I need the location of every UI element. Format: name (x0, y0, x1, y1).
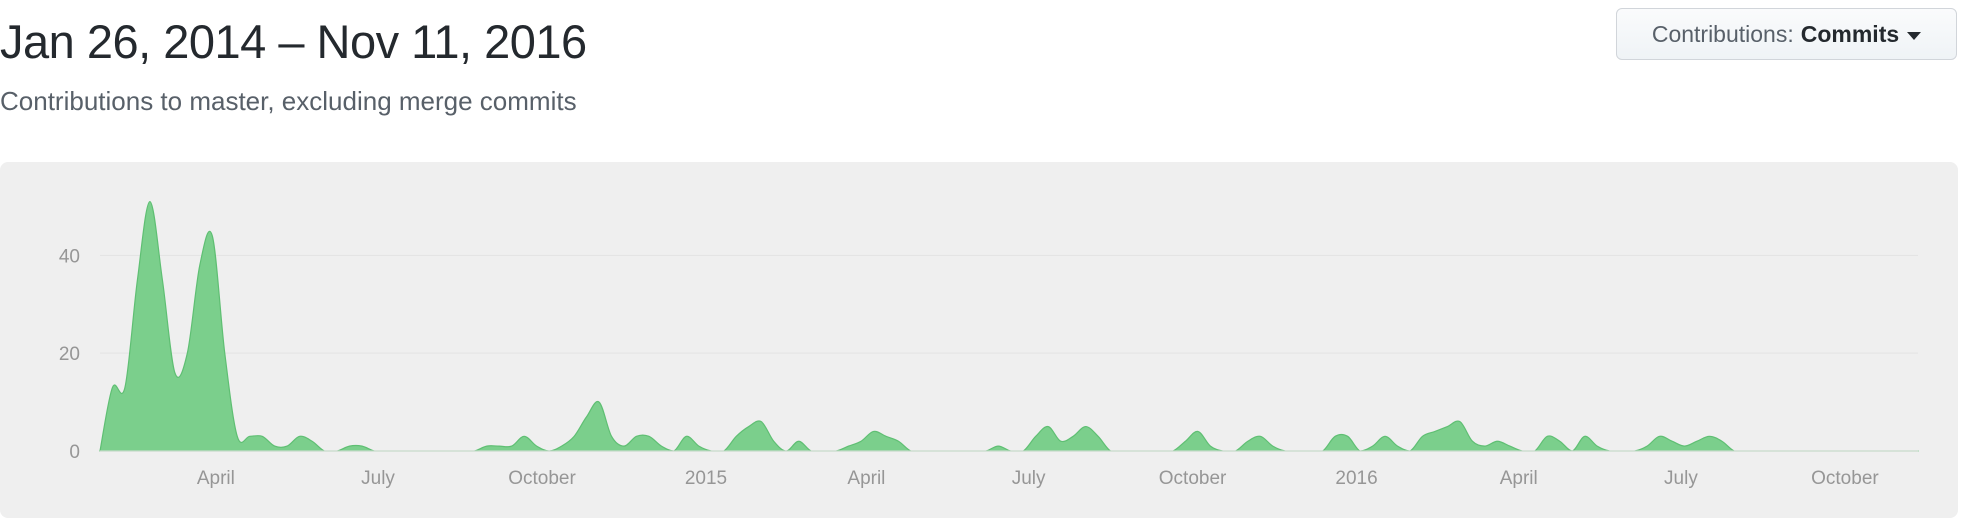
x-tick-label: July (361, 468, 395, 489)
page-title: Jan 26, 2014 – Nov 11, 2016 (0, 15, 587, 68)
x-tick-label: July (1664, 468, 1698, 489)
x-tick-label: April (1500, 468, 1538, 489)
commits-area-series (99, 200, 1919, 452)
x-tick-label: April (197, 468, 235, 489)
x-tick-label: October (1811, 468, 1879, 489)
header: Jan 26, 2014 – Nov 11, 2016 Contribution… (0, 0, 1962, 150)
commits-area-chart: 0 20 40 April July October 2015 April July Octobe… (59, 200, 1919, 489)
x-tick-label: October (508, 468, 576, 489)
y-tick-label: 20 (59, 344, 80, 365)
x-tick-label: July (1012, 468, 1046, 489)
contributions-type-button[interactable]: Contributions: Commits (1616, 8, 1957, 60)
contributions-value: Commits (1800, 20, 1900, 47)
y-tick-label: 40 (59, 246, 80, 267)
page-subtitle: Contributions to master, excluding merge… (0, 86, 577, 116)
y-tick-label: 0 (69, 442, 80, 463)
caret-down-icon (1907, 32, 1922, 40)
x-tick-label: 2015 (685, 468, 727, 489)
chart-panel: 0 20 40 April July October 2015 April July Octobe… (0, 162, 1958, 518)
x-tick-label: October (1159, 468, 1227, 489)
contributions-label: Contributions: (1651, 20, 1794, 47)
x-tick-label: 2016 (1335, 468, 1377, 489)
x-tick-label: April (847, 468, 885, 489)
